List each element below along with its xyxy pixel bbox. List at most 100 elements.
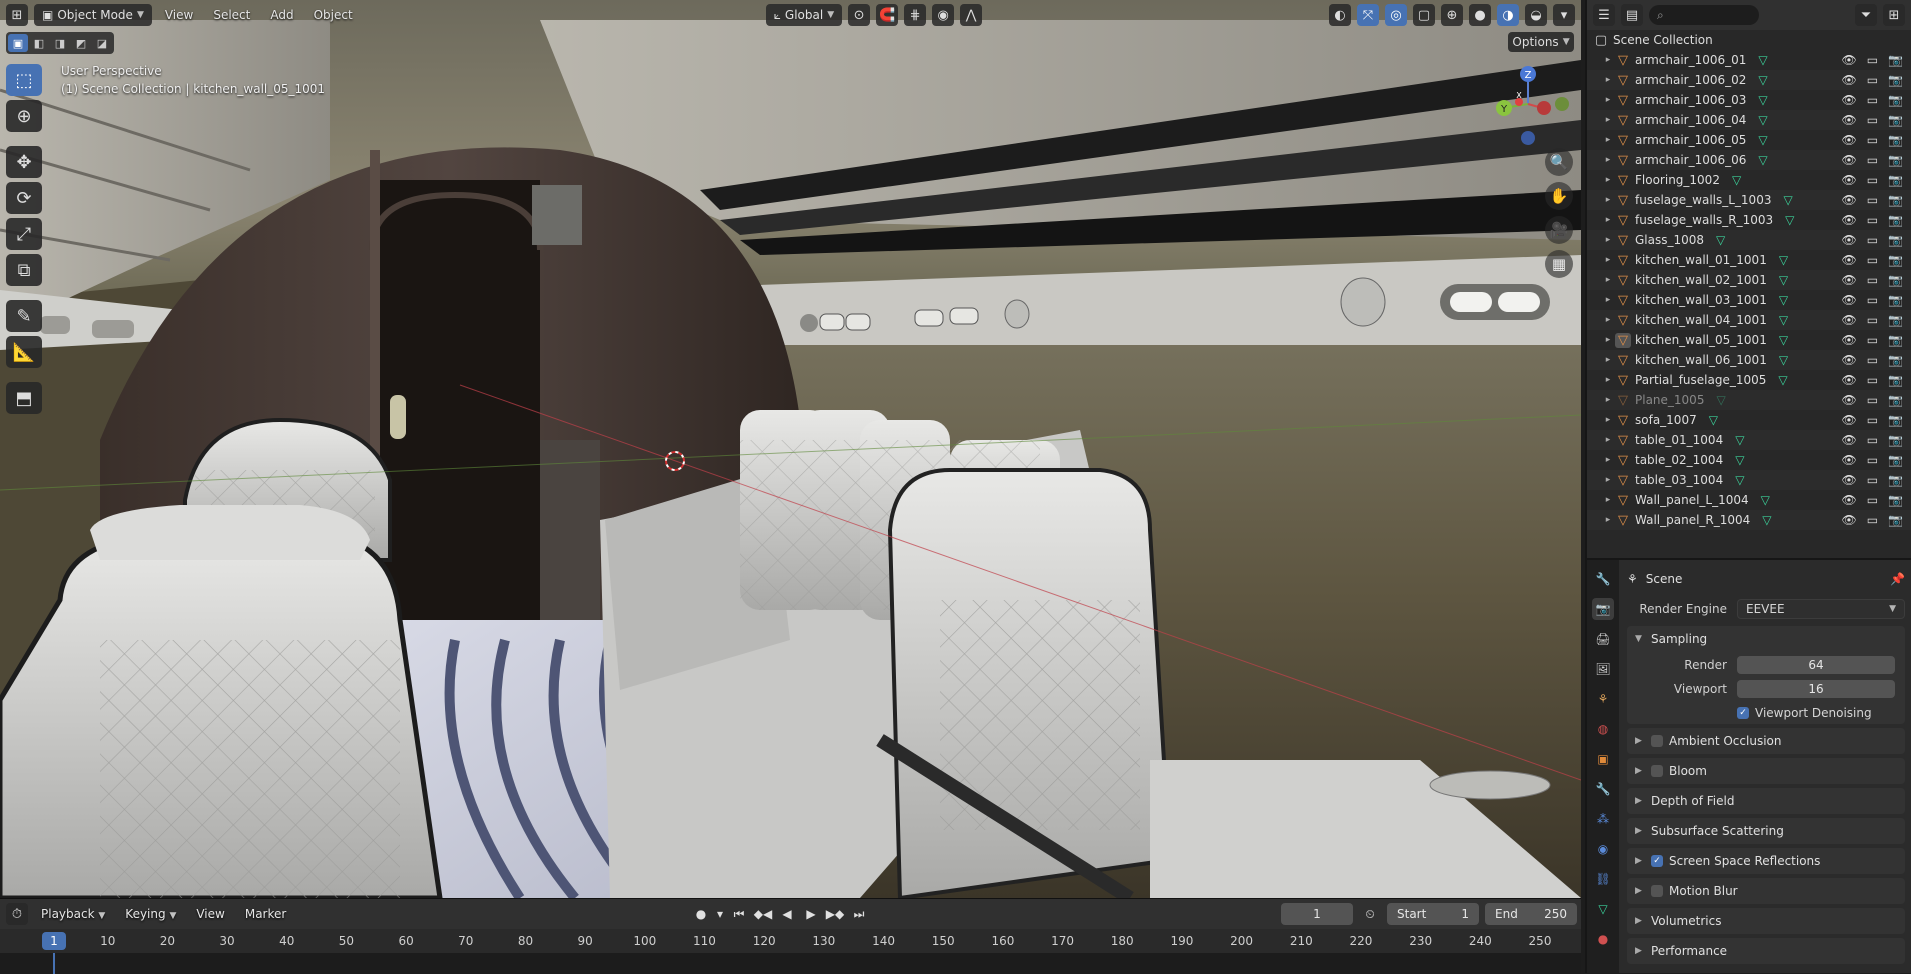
- gizmo-toggle-icon[interactable]: ⤧: [1357, 4, 1379, 26]
- render-toggle-icon[interactable]: 📷: [1888, 353, 1903, 367]
- modifier-tab-icon[interactable]: 🔧: [1592, 778, 1614, 800]
- viewport-toggle-icon[interactable]: ▭: [1867, 453, 1878, 467]
- render-panel-header[interactable]: ▶ Bloom: [1627, 758, 1905, 784]
- render-toggle-icon[interactable]: 📷: [1888, 273, 1903, 287]
- outliner-item[interactable]: ▸ ▽ kitchen_wall_03_1001 ▽ 👁 ▭ 📷: [1587, 290, 1911, 310]
- mesh-data-icon[interactable]: ▽: [1758, 133, 1767, 147]
- render-panel-header[interactable]: ▶ Motion Blur: [1627, 878, 1905, 904]
- mesh-data-icon[interactable]: ▽: [1762, 513, 1771, 527]
- expand-icon[interactable]: ▸: [1601, 515, 1615, 525]
- render-toggle-icon[interactable]: 📷: [1888, 433, 1903, 447]
- viewport-toggle-icon[interactable]: ▭: [1867, 433, 1878, 447]
- grid-perspective-icon[interactable]: ▦: [1545, 250, 1573, 278]
- menu-timeline-view[interactable]: View: [189, 907, 231, 921]
- editor-type-icon[interactable]: ⊞: [6, 4, 28, 26]
- expand-icon[interactable]: ▸: [1601, 435, 1615, 445]
- render-toggle-icon[interactable]: 📷: [1888, 313, 1903, 327]
- eye-icon[interactable]: 👁: [1841, 373, 1856, 387]
- render-toggle-icon[interactable]: 📷: [1888, 73, 1903, 87]
- mesh-data-icon[interactable]: ▽: [1758, 53, 1767, 67]
- outliner-root[interactable]: ▢ Scene Collection: [1587, 30, 1911, 50]
- timeline-editor-type-icon[interactable]: ⏱: [6, 903, 28, 925]
- mesh-data-icon[interactable]: ▽: [1779, 313, 1788, 327]
- panel-checkbox[interactable]: ✓: [1651, 855, 1663, 867]
- menu-select[interactable]: Select: [206, 8, 257, 22]
- viewport-toggle-icon[interactable]: ▭: [1867, 53, 1878, 67]
- render-toggle-icon[interactable]: 📷: [1888, 153, 1903, 167]
- mode-selector[interactable]: ▣ Object Mode ▼: [34, 4, 152, 26]
- expand-icon[interactable]: ▸: [1601, 295, 1615, 305]
- expand-icon[interactable]: ▸: [1601, 115, 1615, 125]
- viewport-toggle-icon[interactable]: ▭: [1867, 513, 1878, 527]
- viewport-toggle-icon[interactable]: ▭: [1867, 293, 1878, 307]
- viewport-toggle-icon[interactable]: ▭: [1867, 393, 1878, 407]
- annotate-icon[interactable]: ✎: [6, 300, 42, 332]
- viewport-toggle-icon[interactable]: ▭: [1867, 493, 1878, 507]
- panel-checkbox[interactable]: [1651, 735, 1663, 747]
- outliner-item[interactable]: ▸ ▽ fuselage_walls_L_1003 ▽ 👁 ▭ 📷: [1587, 190, 1911, 210]
- snap-target-icon[interactable]: ⋕: [904, 4, 927, 26]
- eye-icon[interactable]: 👁: [1841, 133, 1856, 147]
- falloff-icon[interactable]: ⋀: [960, 4, 983, 26]
- new-collection-icon[interactable]: ⊞: [1883, 4, 1905, 26]
- mesh-data-icon[interactable]: ▽: [1732, 173, 1741, 187]
- proportional-edit-icon[interactable]: ◉: [932, 4, 955, 26]
- xray-icon[interactable]: ▢: [1413, 4, 1435, 26]
- select-new-icon[interactable]: ▣: [8, 34, 28, 52]
- outliner-item[interactable]: ▸ ▽ Glass_1008 ▽ 👁 ▭ 📷: [1587, 230, 1911, 250]
- jump-end-icon[interactable]: ⏭: [848, 903, 870, 925]
- outliner-item[interactable]: ▸ ▽ armchair_1006_03 ▽ 👁 ▭ 📷: [1587, 90, 1911, 110]
- outliner-item[interactable]: ▸ ▽ armchair_1006_02 ▽ 👁 ▭ 📷: [1587, 70, 1911, 90]
- transform-icon[interactable]: ⧉: [6, 254, 42, 286]
- overlay-toggle-icon[interactable]: ◎: [1385, 4, 1407, 26]
- mesh-data-icon[interactable]: ▽: [1758, 153, 1767, 167]
- render-toggle-icon[interactable]: 📷: [1888, 193, 1903, 207]
- render-panel-header[interactable]: ▶ Volumetrics: [1627, 908, 1905, 934]
- mesh-data-icon[interactable]: ▽: [1779, 333, 1788, 347]
- viewport-toggle-icon[interactable]: ▭: [1867, 333, 1878, 347]
- outliner-item[interactable]: ▸ ▽ armchair_1006_05 ▽ 👁 ▭ 📷: [1587, 130, 1911, 150]
- start-frame-field[interactable]: Start 1: [1387, 903, 1479, 925]
- render-toggle-icon[interactable]: 📷: [1888, 253, 1903, 267]
- mesh-data-icon[interactable]: ▽: [1735, 453, 1744, 467]
- visibility-icon[interactable]: ◐: [1329, 4, 1351, 26]
- render-toggle-icon[interactable]: 📷: [1888, 373, 1903, 387]
- mesh-data-icon[interactable]: ▽: [1783, 193, 1792, 207]
- world-tab-icon[interactable]: ◍: [1592, 718, 1614, 740]
- eye-icon[interactable]: 👁: [1841, 93, 1856, 107]
- render-toggle-icon[interactable]: 📷: [1888, 413, 1903, 427]
- eye-icon[interactable]: 👁: [1841, 473, 1856, 487]
- expand-icon[interactable]: ▸: [1601, 495, 1615, 505]
- select-extend-icon[interactable]: ◧: [29, 34, 49, 52]
- outliner-item[interactable]: ▸ ▽ table_01_1004 ▽ 👁 ▭ 📷: [1587, 430, 1911, 450]
- render-panel-header[interactable]: ▶ ✓ Screen Space Reflections: [1627, 848, 1905, 874]
- viewport-toggle-icon[interactable]: ▭: [1867, 213, 1878, 227]
- eye-icon[interactable]: 👁: [1841, 293, 1856, 307]
- expand-icon[interactable]: ▸: [1601, 395, 1615, 405]
- render-panel-header[interactable]: ▶ Ambient Occlusion: [1627, 728, 1905, 754]
- record-options-icon[interactable]: ▾: [714, 903, 726, 925]
- expand-icon[interactable]: ▸: [1601, 275, 1615, 285]
- record-icon[interactable]: ●: [690, 903, 712, 925]
- outliner-item[interactable]: ▸ ▽ armchair_1006_04 ▽ 👁 ▭ 📷: [1587, 110, 1911, 130]
- render-toggle-icon[interactable]: 📷: [1888, 213, 1903, 227]
- play-icon[interactable]: ▶: [800, 903, 822, 925]
- scale-icon[interactable]: ⤢: [6, 218, 42, 250]
- mesh-data-icon[interactable]: ▽: [1779, 293, 1788, 307]
- mesh-data-icon[interactable]: ▽: [1716, 233, 1725, 247]
- expand-icon[interactable]: ▸: [1601, 455, 1615, 465]
- current-frame-indicator[interactable]: 1: [42, 932, 66, 950]
- panel-checkbox[interactable]: [1651, 765, 1663, 777]
- viewport-toggle-icon[interactable]: ▭: [1867, 113, 1878, 127]
- render-toggle-icon[interactable]: 📷: [1888, 393, 1903, 407]
- pivot-point-icon[interactable]: ⊙: [848, 4, 871, 26]
- transform-orientation[interactable]: ⟀ Global ▼: [765, 4, 843, 26]
- mesh-data-icon[interactable]: ▽: [1758, 93, 1767, 107]
- viewport-toggle-icon[interactable]: ▭: [1867, 193, 1878, 207]
- cursor-icon[interactable]: ⊕: [6, 100, 42, 132]
- rotate-icon[interactable]: ⟳: [6, 182, 42, 214]
- eye-icon[interactable]: 👁: [1841, 453, 1856, 467]
- particles-tab-icon[interactable]: ⁂: [1592, 808, 1614, 830]
- expand-icon[interactable]: ▸: [1601, 135, 1615, 145]
- mesh-data-icon[interactable]: ▽: [1758, 73, 1767, 87]
